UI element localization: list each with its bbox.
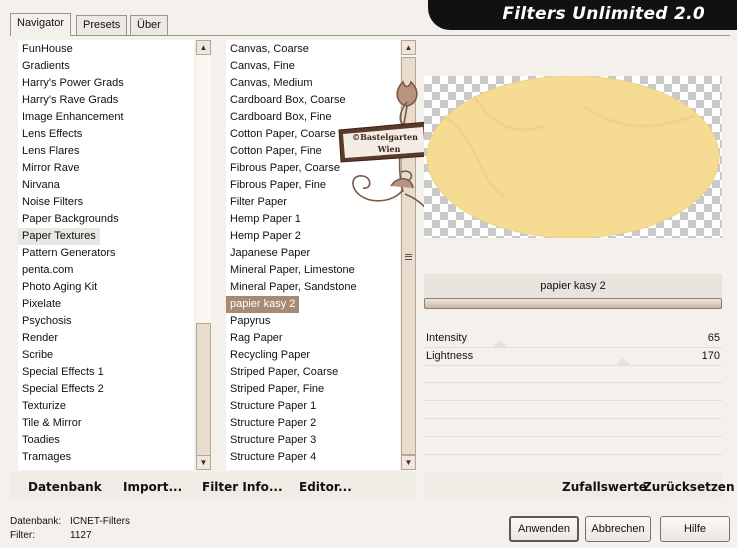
category-item[interactable]: Tile & Mirror — [18, 417, 81, 429]
filter-item[interactable]: Fibrous Paper, Fine — [226, 179, 326, 191]
slider-marker-icon[interactable] — [616, 358, 630, 365]
status-filter-value: 1127 — [70, 530, 92, 541]
filter-item[interactable]: Structure Paper 3 — [226, 434, 316, 446]
category-list[interactable]: FunHouse Gradients Harry's Power Grads Harr… — [18, 40, 194, 470]
status-datenbank-label: Datenbank: — [10, 516, 62, 527]
category-item[interactable]: penta.com — [18, 264, 73, 276]
param-label: Lightness — [426, 350, 474, 362]
filter-item[interactable]: Cardboard Box, Coarse — [226, 94, 346, 106]
editor-button[interactable]: Editor... — [299, 480, 352, 496]
status-datenbank-value: ICNET-Filters — [70, 516, 130, 527]
category-item[interactable]: Nirvana — [18, 179, 60, 191]
filter-item[interactable]: Cardboard Box, Fine — [226, 111, 332, 123]
tab-presets[interactable]: Presets — [76, 15, 128, 35]
filter-item[interactable]: Filter Paper — [226, 196, 287, 208]
filter-item[interactable]: papier kasy 2 — [226, 296, 300, 313]
category-scrollbar[interactable]: ▲ ▼ — [196, 40, 211, 470]
filter-item[interactable]: Canvas, Fine — [226, 60, 295, 72]
filter-item[interactable]: Rag Paper — [226, 332, 283, 344]
param-lightness[interactable]: Lightness 170 — [424, 348, 722, 366]
progress-bar — [424, 298, 722, 309]
category-item[interactable]: Photo Aging Kit — [18, 281, 97, 293]
param-row-empty — [424, 382, 722, 383]
scroll-down-button[interactable]: ▼ — [401, 455, 416, 470]
param-row-empty — [424, 436, 722, 437]
category-item[interactable]: Paper Textures — [18, 228, 100, 245]
filter-item[interactable]: Canvas, Medium — [226, 77, 313, 89]
filter-item[interactable]: Mineral Paper, Limestone — [226, 264, 355, 276]
category-item[interactable]: Mirror Rave — [18, 162, 79, 174]
cancel-button[interactable]: Abbrechen — [585, 516, 651, 542]
category-item[interactable]: Special Effects 1 — [18, 366, 104, 378]
category-item[interactable]: Paper Backgrounds — [18, 213, 119, 225]
param-value: 65 — [707, 332, 720, 344]
param-value: 170 — [701, 350, 720, 362]
filter-item[interactable]: Japanese Paper — [226, 247, 310, 259]
watermark-logo: ©Bastelgarten Wien — [338, 80, 430, 213]
filter-item[interactable]: Papyrus — [226, 315, 270, 327]
import-button[interactable]: Import... — [123, 480, 182, 496]
scroll-up-button[interactable]: ▲ — [196, 40, 211, 55]
filter-info-button[interactable]: Filter Info... — [202, 480, 283, 496]
category-item[interactable]: FunHouse — [18, 43, 73, 55]
category-item[interactable]: Lens Flares — [18, 145, 79, 157]
scroll-down-button[interactable]: ▼ — [196, 455, 211, 470]
param-row-empty — [424, 454, 722, 455]
filter-item[interactable]: Striped Paper, Fine — [226, 383, 324, 395]
filter-item[interactable]: Structure Paper 2 — [226, 417, 316, 429]
filter-item[interactable]: Fibrous Paper, Coarse — [226, 162, 340, 174]
category-item[interactable]: Toadies — [18, 434, 60, 446]
apply-button[interactable]: Anwenden — [509, 516, 579, 542]
category-item[interactable]: Noise Filters — [18, 196, 83, 208]
randomize-button[interactable]: Zufallswerte — [562, 480, 647, 496]
filter-item[interactable]: Structure Paper 4 — [226, 451, 316, 463]
category-item[interactable]: Pixelate — [18, 298, 61, 310]
category-item[interactable]: Psychosis — [18, 315, 72, 327]
watermark-line1: ©Bastelgarten — [352, 132, 418, 142]
category-item[interactable]: Harry's Rave Grads — [18, 94, 118, 106]
category-item[interactable]: Tramages — [18, 451, 71, 463]
title-banner: Filters Unlimited 2.0 — [428, 0, 737, 30]
param-row-empty — [424, 400, 722, 401]
category-item[interactable]: Gradients — [18, 60, 70, 72]
category-item[interactable]: Lens Effects — [18, 128, 82, 140]
scroll-thumb[interactable] — [196, 323, 211, 465]
filter-item[interactable]: Hemp Paper 1 — [226, 213, 301, 225]
category-item[interactable]: Harry's Power Grads — [18, 77, 124, 89]
tab-navigator[interactable]: Navigator — [10, 13, 72, 36]
tab-uber[interactable]: Über — [130, 15, 168, 35]
reset-button[interactable]: Zurücksetzen — [643, 480, 734, 496]
preview-image — [426, 75, 720, 239]
filter-item[interactable]: Recycling Paper — [226, 349, 310, 361]
category-item[interactable]: Texturize — [18, 400, 66, 412]
filter-item[interactable]: Striped Paper, Coarse — [226, 366, 338, 378]
param-intensity[interactable]: Intensity 65 — [424, 330, 722, 348]
filter-item[interactable]: Structure Paper 1 — [226, 400, 316, 412]
param-label: Intensity — [426, 332, 467, 344]
filter-item[interactable]: Cotton Paper, Coarse — [226, 128, 336, 140]
filter-item[interactable]: Cotton Paper, Fine — [226, 145, 322, 157]
param-row-empty — [424, 418, 722, 419]
filter-item[interactable]: Canvas, Coarse — [226, 43, 309, 55]
category-item[interactable]: Pattern Generators — [18, 247, 116, 259]
category-item[interactable]: Render — [18, 332, 58, 344]
scroll-up-button[interactable]: ▲ — [401, 40, 416, 55]
filter-item[interactable]: Mineral Paper, Sandstone — [226, 281, 357, 293]
scroll-grip-icon — [405, 254, 412, 260]
app-title: Filters Unlimited 2.0 — [502, 4, 705, 24]
watermark-line2: Wien — [377, 144, 401, 154]
preview-area — [424, 75, 722, 239]
category-item[interactable]: Special Effects 2 — [18, 383, 104, 395]
help-button[interactable]: Hilfe — [660, 516, 730, 542]
filter-item[interactable]: Hemp Paper 2 — [226, 230, 301, 242]
status-filter-label: Filter: — [10, 530, 35, 541]
current-filter-name: papier kasy 2 — [424, 274, 722, 298]
category-item[interactable]: Scribe — [18, 349, 53, 361]
category-item[interactable]: Image Enhancement — [18, 111, 124, 123]
slider-marker-icon[interactable] — [493, 340, 507, 347]
datenbank-button[interactable]: Datenbank — [28, 480, 102, 496]
